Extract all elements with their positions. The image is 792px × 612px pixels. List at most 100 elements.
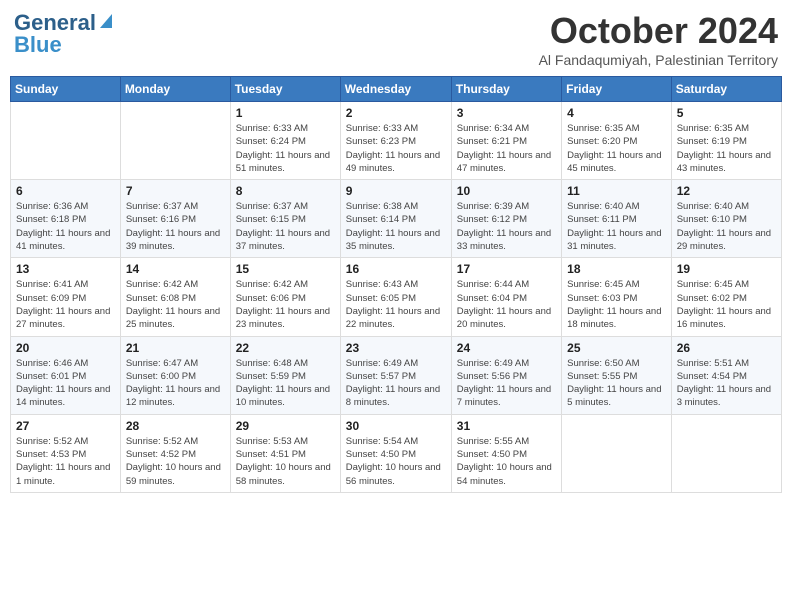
calendar-cell: 19 Sunrise: 6:45 AM Sunset: 6:02 PM Dayli… xyxy=(671,258,781,336)
day-of-week-header: Sunday xyxy=(11,77,121,102)
calendar-cell: 16 Sunrise: 6:43 AM Sunset: 6:05 PM Dayli… xyxy=(340,258,451,336)
day-info: Sunrise: 6:37 AM Sunset: 6:16 PM Dayligh… xyxy=(126,200,225,253)
month-title: October 2024 xyxy=(539,10,778,52)
day-number: 20 xyxy=(16,341,115,355)
location-subtitle: Al Fandaqumiyah, Palestinian Territory xyxy=(539,52,778,68)
day-number: 21 xyxy=(126,341,225,355)
day-info: Sunrise: 6:40 AM Sunset: 6:10 PM Dayligh… xyxy=(677,200,776,253)
calendar-cell: 13 Sunrise: 6:41 AM Sunset: 6:09 PM Dayli… xyxy=(11,258,121,336)
day-info: Sunrise: 5:51 AM Sunset: 4:54 PM Dayligh… xyxy=(677,357,776,410)
page-header: General Blue October 2024 Al Fandaqumiya… xyxy=(10,10,782,68)
day-number: 5 xyxy=(677,106,776,120)
logo-icon xyxy=(98,12,112,30)
day-number: 9 xyxy=(346,184,446,198)
day-number: 11 xyxy=(567,184,666,198)
day-number: 19 xyxy=(677,262,776,276)
day-info: Sunrise: 5:54 AM Sunset: 4:50 PM Dayligh… xyxy=(346,435,446,488)
day-number: 3 xyxy=(457,106,556,120)
calendar-cell: 10 Sunrise: 6:39 AM Sunset: 6:12 PM Dayli… xyxy=(451,180,561,258)
day-number: 24 xyxy=(457,341,556,355)
day-info: Sunrise: 6:49 AM Sunset: 5:57 PM Dayligh… xyxy=(346,357,446,410)
day-info: Sunrise: 6:33 AM Sunset: 6:23 PM Dayligh… xyxy=(346,122,446,175)
day-number: 8 xyxy=(236,184,335,198)
day-number: 4 xyxy=(567,106,666,120)
day-info: Sunrise: 5:52 AM Sunset: 4:53 PM Dayligh… xyxy=(16,435,115,488)
calendar-week-row: 1 Sunrise: 6:33 AM Sunset: 6:24 PM Daylig… xyxy=(11,102,782,180)
calendar-cell: 27 Sunrise: 5:52 AM Sunset: 4:53 PM Dayli… xyxy=(11,414,121,492)
calendar-cell: 25Sunrise: 6:50 AM Sunset: 5:55 PM Dayli… xyxy=(562,336,672,414)
calendar-cell: 4 Sunrise: 6:35 AM Sunset: 6:20 PM Daylig… xyxy=(562,102,672,180)
calendar-cell: 30Sunrise: 5:54 AM Sunset: 4:50 PM Dayli… xyxy=(340,414,451,492)
day-number: 17 xyxy=(457,262,556,276)
day-of-week-header: Thursday xyxy=(451,77,561,102)
calendar-cell: 20 Sunrise: 6:46 AM Sunset: 6:01 PM Dayli… xyxy=(11,336,121,414)
calendar-cell: 5 Sunrise: 6:35 AM Sunset: 6:19 PM Daylig… xyxy=(671,102,781,180)
calendar-cell: 7 Sunrise: 6:37 AM Sunset: 6:16 PM Daylig… xyxy=(120,180,230,258)
calendar-table: SundayMondayTuesdayWednesdayThursdayFrid… xyxy=(10,76,782,493)
day-info: Sunrise: 6:37 AM Sunset: 6:15 PM Dayligh… xyxy=(236,200,335,253)
day-info: Sunrise: 6:33 AM Sunset: 6:24 PM Dayligh… xyxy=(236,122,335,175)
calendar-header-row: SundayMondayTuesdayWednesdayThursdayFrid… xyxy=(11,77,782,102)
title-block: October 2024 Al Fandaqumiyah, Palestinia… xyxy=(539,10,778,68)
calendar-cell: 21 Sunrise: 6:47 AM Sunset: 6:00 PM Dayli… xyxy=(120,336,230,414)
day-info: Sunrise: 6:47 AM Sunset: 6:00 PM Dayligh… xyxy=(126,357,225,410)
calendar-cell: 14 Sunrise: 6:42 AM Sunset: 6:08 PM Dayli… xyxy=(120,258,230,336)
calendar-cell: 8 Sunrise: 6:37 AM Sunset: 6:15 PM Daylig… xyxy=(230,180,340,258)
calendar-cell: 6Sunrise: 6:36 AM Sunset: 6:18 PM Daylig… xyxy=(11,180,121,258)
day-of-week-header: Monday xyxy=(120,77,230,102)
day-number: 6 xyxy=(16,184,115,198)
day-info: Sunrise: 6:39 AM Sunset: 6:12 PM Dayligh… xyxy=(457,200,556,253)
day-info: Sunrise: 6:46 AM Sunset: 6:01 PM Dayligh… xyxy=(16,357,115,410)
day-number: 12 xyxy=(677,184,776,198)
day-number: 25 xyxy=(567,341,666,355)
day-info: Sunrise: 6:45 AM Sunset: 6:02 PM Dayligh… xyxy=(677,278,776,331)
logo: General Blue xyxy=(14,10,112,56)
calendar-week-row: 20 Sunrise: 6:46 AM Sunset: 6:01 PM Dayli… xyxy=(11,336,782,414)
day-info: Sunrise: 6:45 AM Sunset: 6:03 PM Dayligh… xyxy=(567,278,666,331)
day-number: 2 xyxy=(346,106,446,120)
calendar-cell xyxy=(11,102,121,180)
calendar-cell: 9Sunrise: 6:38 AM Sunset: 6:14 PM Daylig… xyxy=(340,180,451,258)
calendar-cell: 15Sunrise: 6:42 AM Sunset: 6:06 PM Dayli… xyxy=(230,258,340,336)
day-info: Sunrise: 6:35 AM Sunset: 6:19 PM Dayligh… xyxy=(677,122,776,175)
day-number: 18 xyxy=(567,262,666,276)
calendar-cell: 11 Sunrise: 6:40 AM Sunset: 6:11 PM Dayli… xyxy=(562,180,672,258)
calendar-cell xyxy=(562,414,672,492)
day-number: 1 xyxy=(236,106,335,120)
day-number: 10 xyxy=(457,184,556,198)
day-number: 23 xyxy=(346,341,446,355)
day-number: 26 xyxy=(677,341,776,355)
day-number: 27 xyxy=(16,419,115,433)
calendar-cell: 26 Sunrise: 5:51 AM Sunset: 4:54 PM Dayli… xyxy=(671,336,781,414)
day-number: 7 xyxy=(126,184,225,198)
calendar-cell: 28Sunrise: 5:52 AM Sunset: 4:52 PM Dayli… xyxy=(120,414,230,492)
day-number: 13 xyxy=(16,262,115,276)
calendar-cell: 22Sunrise: 6:48 AM Sunset: 5:59 PM Dayli… xyxy=(230,336,340,414)
day-info: Sunrise: 6:44 AM Sunset: 6:04 PM Dayligh… xyxy=(457,278,556,331)
day-info: Sunrise: 6:40 AM Sunset: 6:11 PM Dayligh… xyxy=(567,200,666,253)
calendar-cell: 17 Sunrise: 6:44 AM Sunset: 6:04 PM Dayli… xyxy=(451,258,561,336)
day-info: Sunrise: 6:48 AM Sunset: 5:59 PM Dayligh… xyxy=(236,357,335,410)
logo-general: General xyxy=(14,12,96,34)
calendar-cell xyxy=(671,414,781,492)
day-info: Sunrise: 6:41 AM Sunset: 6:09 PM Dayligh… xyxy=(16,278,115,331)
day-info: Sunrise: 6:35 AM Sunset: 6:20 PM Dayligh… xyxy=(567,122,666,175)
day-of-week-header: Friday xyxy=(562,77,672,102)
day-info: Sunrise: 5:55 AM Sunset: 4:50 PM Dayligh… xyxy=(457,435,556,488)
day-number: 14 xyxy=(126,262,225,276)
day-info: Sunrise: 6:49 AM Sunset: 5:56 PM Dayligh… xyxy=(457,357,556,410)
day-number: 16 xyxy=(346,262,446,276)
day-info: Sunrise: 6:42 AM Sunset: 6:08 PM Dayligh… xyxy=(126,278,225,331)
day-of-week-header: Wednesday xyxy=(340,77,451,102)
day-number: 15 xyxy=(236,262,335,276)
calendar-cell: 23 Sunrise: 6:49 AM Sunset: 5:57 PM Dayli… xyxy=(340,336,451,414)
calendar-week-row: 13 Sunrise: 6:41 AM Sunset: 6:09 PM Dayli… xyxy=(11,258,782,336)
day-info: Sunrise: 5:53 AM Sunset: 4:51 PM Dayligh… xyxy=(236,435,335,488)
calendar-week-row: 6Sunrise: 6:36 AM Sunset: 6:18 PM Daylig… xyxy=(11,180,782,258)
day-info: Sunrise: 6:34 AM Sunset: 6:21 PM Dayligh… xyxy=(457,122,556,175)
logo-blue: Blue xyxy=(14,34,62,56)
day-number: 28 xyxy=(126,419,225,433)
day-number: 31 xyxy=(457,419,556,433)
day-number: 29 xyxy=(236,419,335,433)
day-info: Sunrise: 6:43 AM Sunset: 6:05 PM Dayligh… xyxy=(346,278,446,331)
